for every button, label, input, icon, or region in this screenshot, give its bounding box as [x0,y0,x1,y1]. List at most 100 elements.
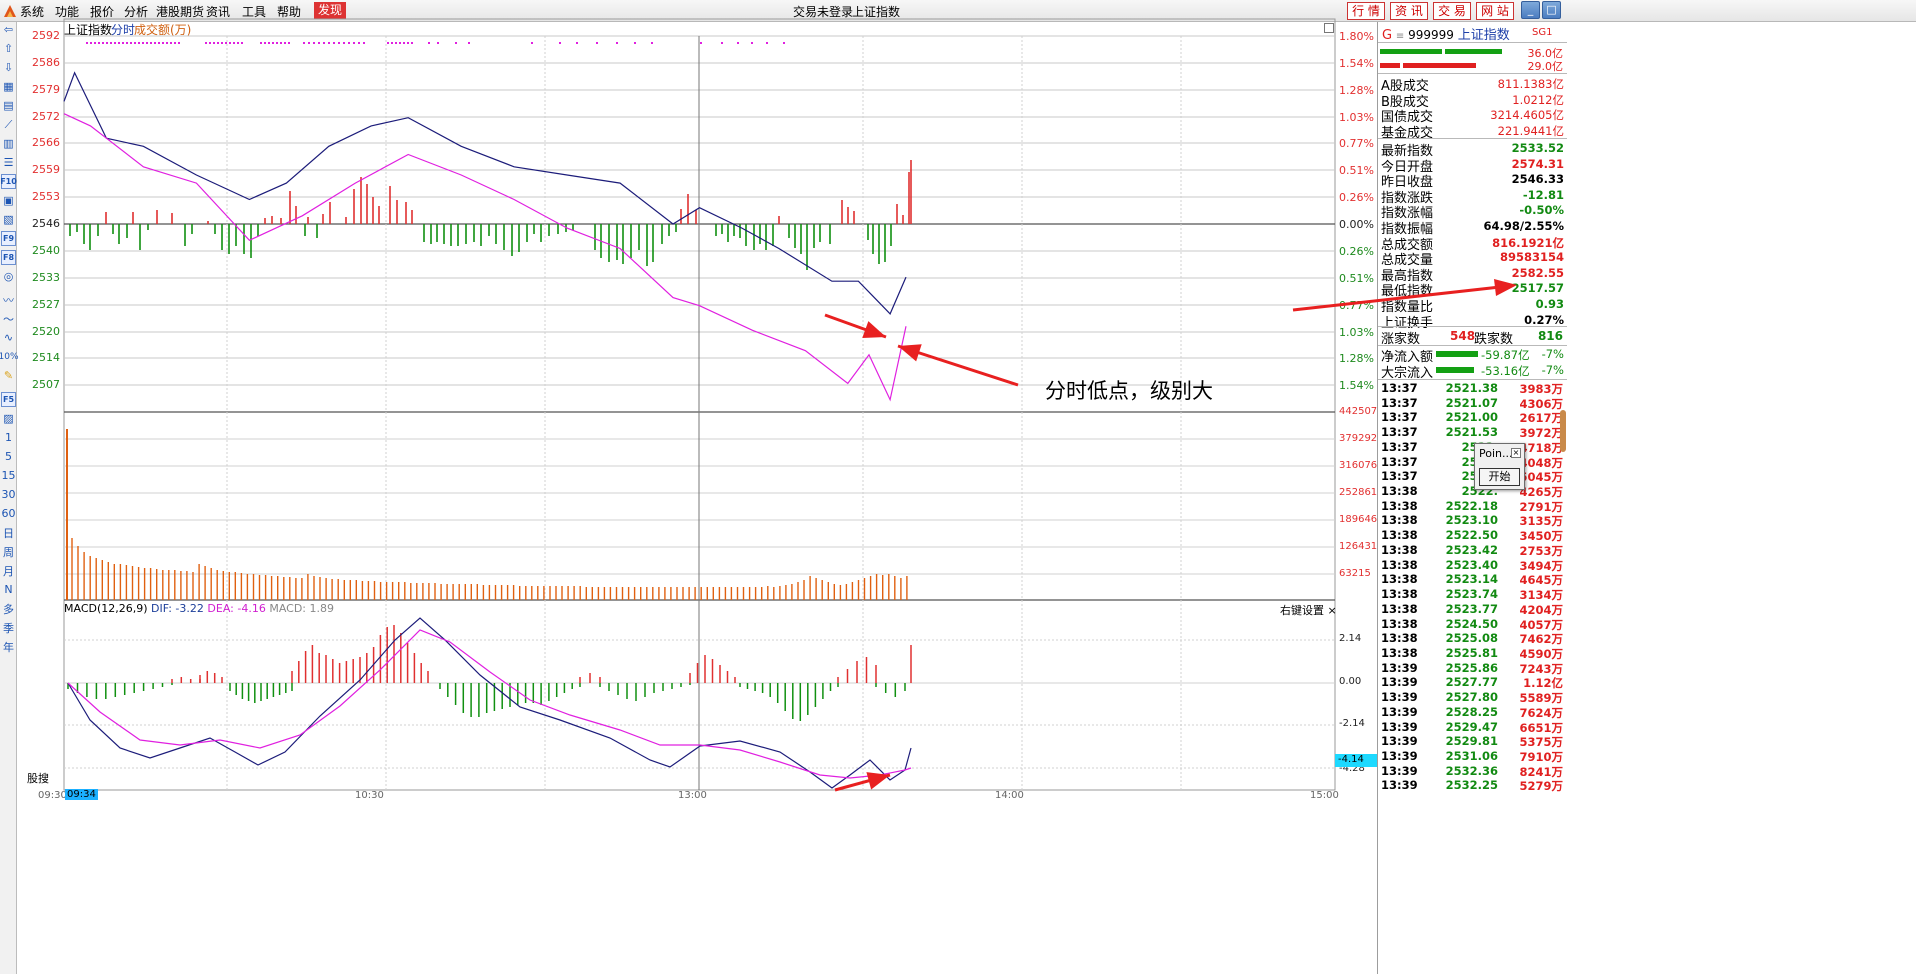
signal-dot [162,42,164,44]
signal-dot [106,42,108,44]
tick-row: 13:38 2522. 4265万 [1379,484,1566,499]
signal-dot [634,42,636,44]
signal-dot [122,42,124,44]
signal-dot [323,42,325,44]
macd-value-badge: -4.14 [1335,754,1377,767]
right-axis-tick: 1.03% [1339,326,1374,339]
time-label-0930: 09:30 [38,790,67,801]
signal-dot [90,42,92,44]
right-click-settings-label[interactable]: 右键设置 [1280,604,1324,617]
right-axis-tick: 0.77% [1339,299,1374,312]
tick-row: 13:38 2523.14 4645万 [1379,572,1566,587]
tick-price: 2527.77 [1445,675,1498,690]
annotation-text: 分时低点，级别大 [1045,379,1213,403]
right-axis-tick: 0.51% [1339,272,1374,285]
tick-price: 2532.36 [1445,763,1498,778]
signal-dot [221,42,223,44]
flow-net-pct: -7% [1541,347,1564,361]
tick-row: 13:372521.5045万 [1379,469,1566,484]
stock-search-label[interactable]: 股搜 [27,770,49,786]
minimize-icon[interactable]: _ [1521,1,1540,19]
signal-dot [721,42,723,44]
signal-dot [229,42,231,44]
quote-value: 64.98/2.55% [1483,219,1564,233]
quote-value: 2574.31 [1511,156,1564,171]
tick-time: 13:37 [1381,469,1418,484]
tick-time: 13:38 [1381,631,1418,646]
website-tab-button[interactable]: 网 站 [1476,2,1514,20]
tick-volume: 3135万 [1519,514,1563,529]
tick-price: 2528.25 [1445,704,1498,719]
signal-dot [403,42,405,44]
signal-dot [596,42,598,44]
tick-time: 13:38 [1381,528,1418,543]
trade-tab-button[interactable]: 交 易 [1433,2,1471,20]
tick-volume: 3494万 [1519,558,1563,573]
tick-volume: 7910万 [1519,750,1563,764]
close-icon[interactable]: × [1328,604,1337,617]
tick-row: 13:39 2529.81 5375万 [1379,734,1566,749]
signal-dot [391,42,393,44]
tick-time: 13:37 [1381,381,1418,395]
volume-axis-tick: 316076 [1339,460,1378,471]
tick-volume: 2617万 [1519,411,1563,426]
tick-scrollbar[interactable] [1560,410,1566,452]
down-volume-bar [1380,63,1400,68]
quote-value: 816.1921亿 [1492,235,1564,250]
macd-header: MACD(12,26,9) DIF: -3.22 DEA: -4.16 MACD… [64,602,334,615]
tick-row: 13:37 2521.00 2617万 [1379,410,1566,425]
tick-time: 13:38 [1381,616,1418,631]
tick-time: 13:38 [1381,601,1418,616]
signal-dot [328,42,330,44]
quote-header: G ≡ 999999 上证指数 SG1 [1382,24,1552,43]
left-axis-tick: 2546 [32,217,60,230]
left-axis-tick: 2540 [32,244,60,257]
signal-dot [260,42,262,44]
tick-row: 13:372521.4048万 [1379,455,1566,470]
divider [1378,379,1567,380]
tick-volume: 1.12亿 [1523,676,1563,691]
quote-row: 指数涨跌 -12.81 [1379,187,1566,206]
right-click-settings[interactable]: 右键设置 × [1280,602,1337,618]
tick-time: 13:38 [1381,498,1418,513]
quote-row: 国债成交 3214.4605亿 [1379,106,1566,125]
signal-dot [363,42,365,44]
tick-time: 13:37 [1381,395,1418,410]
tick-volume: 4590万 [1519,646,1563,661]
quote-row: 指数振幅 64.98/2.55% [1379,218,1566,237]
tick-time: 13:39 [1381,749,1418,763]
tick-row: 13:39 2525.86 7243万 [1379,661,1566,676]
tick-row: 13:38 2525.81 4590万 [1379,646,1566,661]
tick-row: 13:39 2529.47 6651万 [1379,720,1566,735]
popup-close-icon[interactable]: × [1511,448,1521,458]
quote-value: 0.93 [1535,297,1564,311]
tick-price: 2531.06 [1445,749,1498,763]
flow-block-value: -53.16亿 [1481,364,1530,378]
tick-price: 2525.81 [1445,645,1498,660]
signal-dot [134,42,136,44]
volume-axis-tick: 126431 [1339,541,1378,552]
intraday-chart[interactable] [0,0,1377,974]
volume-axis-tick: 379292 [1339,433,1378,444]
tick-time: 13:39 [1381,778,1418,793]
tick-time: 13:39 [1381,734,1418,749]
divider [1378,138,1567,139]
quote-value: 2546.33 [1511,172,1564,187]
signal-dot [217,42,219,44]
news-tab-button[interactable]: 资 讯 [1390,2,1428,20]
quote-row: 最高指数 2582.55 [1379,265,1566,284]
right-axis-tick: 0.51% [1339,164,1374,177]
tick-volume: 4204万 [1519,602,1563,617]
menu-lines-icon[interactable]: ≡ [1396,31,1404,42]
point-popup: Poin... × 开始 [1474,443,1525,490]
advance-decline-row: 涨家数 548 跌家数 816 [1379,328,1566,347]
tick-volume: 5375万 [1519,735,1563,750]
quote-row: B股成交 1.0212亿 [1379,91,1566,110]
macd-axis-tick: -2.14 [1339,718,1365,729]
signal-dot [303,42,305,44]
code-prefix: G [1382,28,1393,43]
maximize-icon[interactable]: □ [1542,1,1561,19]
popup-start-button[interactable]: 开始 [1479,468,1520,486]
signal-dot [559,42,561,44]
signal-dot [178,42,180,44]
